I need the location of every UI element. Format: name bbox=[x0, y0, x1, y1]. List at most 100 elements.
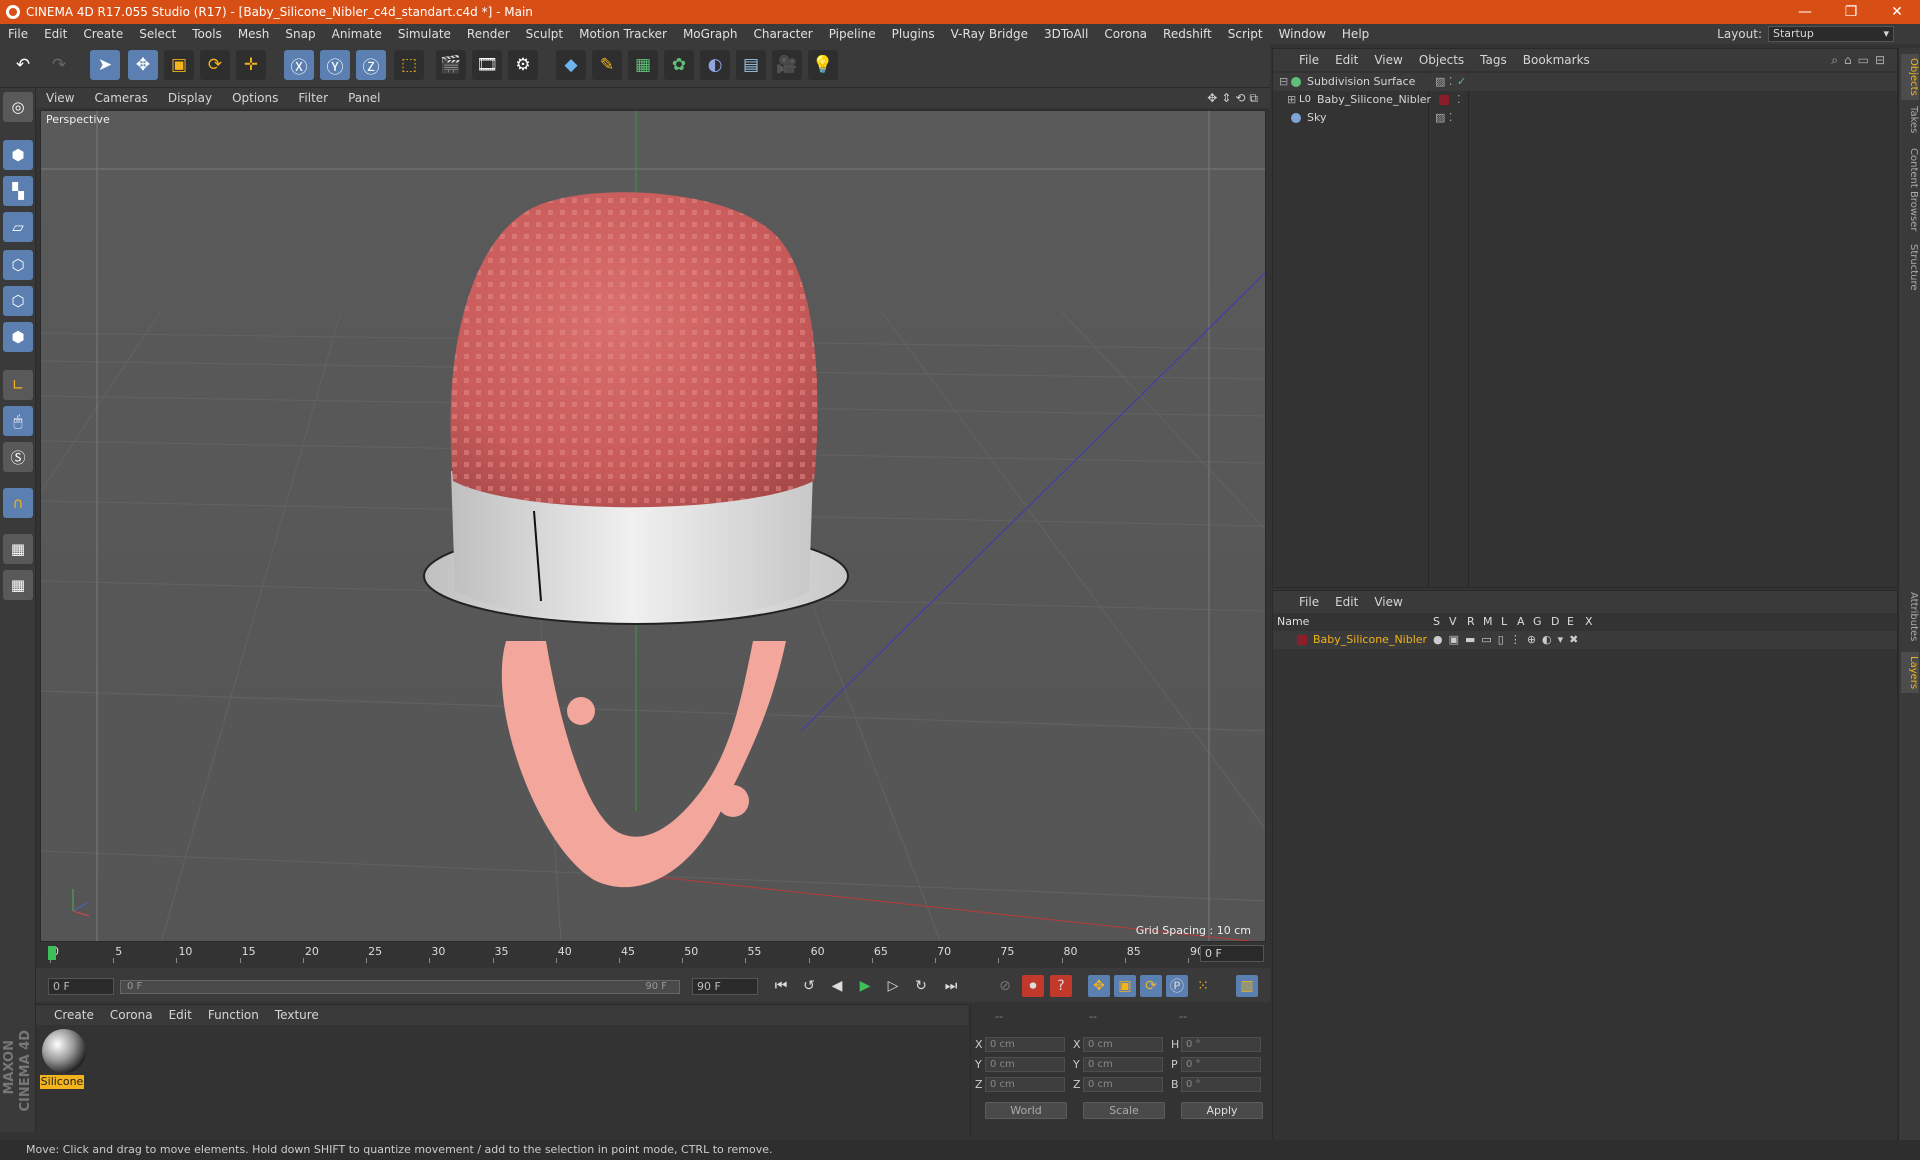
restore-button[interactable]: ❐ bbox=[1828, 4, 1874, 20]
subdivision-surface-icon[interactable]: ▦ bbox=[628, 50, 658, 80]
camera-icon[interactable]: 🎥 bbox=[772, 50, 802, 80]
scale-tool-icon[interactable]: ▣ bbox=[164, 50, 194, 80]
go-to-end-icon[interactable]: ⏭ bbox=[940, 975, 962, 997]
menu-corona[interactable]: Corona bbox=[1096, 27, 1155, 41]
coordinate-system-icon[interactable]: ⬚ bbox=[394, 50, 424, 80]
previous-key-icon[interactable]: ↺ bbox=[798, 975, 820, 997]
menu-window[interactable]: Window bbox=[1271, 27, 1334, 41]
menu-character[interactable]: Character bbox=[745, 27, 820, 41]
viewport-menu-filter[interactable]: Filter bbox=[288, 91, 338, 105]
timeline-ruler[interactable]: 051015202530354045505560657075808590 0 F bbox=[36, 942, 1270, 966]
menu-edit[interactable]: Edit bbox=[36, 27, 75, 41]
playhead-marker[interactable] bbox=[48, 946, 56, 960]
timeline-window-icon[interactable]: ▥ bbox=[1236, 975, 1258, 997]
light-icon[interactable]: 💡 bbox=[808, 50, 838, 80]
tab-objects[interactable]: Objects bbox=[1901, 54, 1919, 100]
viewport-menu-options[interactable]: Options bbox=[222, 91, 288, 105]
size-x-field[interactable]: 0 cm bbox=[1083, 1037, 1163, 1052]
autokeying-icon[interactable]: ? bbox=[1050, 975, 1072, 997]
object-name[interactable]: Sky bbox=[1307, 109, 1326, 127]
object-name[interactable]: Baby_Silicone_Nibler bbox=[1317, 91, 1431, 109]
close-button[interactable]: ✕ bbox=[1874, 4, 1920, 20]
start-frame-field[interactable]: 0 F bbox=[48, 978, 114, 995]
material-menu-texture[interactable]: Texture bbox=[267, 1008, 327, 1022]
record-active-objects-icon[interactable]: ⏺ bbox=[1022, 975, 1044, 997]
material-menu-create[interactable]: Create bbox=[46, 1008, 102, 1022]
magnet-tool-icon[interactable]: ∩ bbox=[3, 488, 33, 518]
enabled-check-icon[interactable]: ✓ bbox=[1457, 73, 1466, 91]
model-mode-icon[interactable]: ⬢ bbox=[3, 140, 33, 170]
render-picture-viewer-icon[interactable]: 🎞 bbox=[472, 50, 502, 80]
visibility-dots[interactable]: ▨ ⁚ bbox=[1435, 109, 1452, 127]
go-to-start-icon[interactable]: ⏮ bbox=[770, 975, 792, 997]
motion-record-icon[interactable]: ⊘ bbox=[994, 975, 1016, 997]
material-thumbnail[interactable] bbox=[42, 1029, 86, 1073]
menu-motion-tracker[interactable]: Motion Tracker bbox=[571, 27, 675, 41]
texture-mode-icon[interactable]: ▚ bbox=[3, 176, 33, 206]
layer-toggle-icons[interactable]: ●▣▬▭▯⋮⊕◐▾✖ bbox=[1433, 631, 1584, 649]
perspective-viewport[interactable]: Perspective Grid Spacing : 10 cm bbox=[40, 110, 1266, 942]
layermgr-menu-view[interactable]: View bbox=[1366, 595, 1410, 609]
viewport-menu-cameras[interactable]: Cameras bbox=[84, 91, 157, 105]
record-scale-icon[interactable]: ▣ bbox=[1114, 975, 1136, 997]
menu-select[interactable]: Select bbox=[131, 27, 184, 41]
menu-render[interactable]: Render bbox=[459, 27, 518, 41]
menu-help[interactable]: Help bbox=[1334, 27, 1377, 41]
object-row-subdivision-surface[interactable]: ⊟ Subdivision Surface ▨ ⁚ ✓ bbox=[1273, 73, 1897, 91]
menu-pipeline[interactable]: Pipeline bbox=[821, 27, 884, 41]
material-menu-edit[interactable]: Edit bbox=[161, 1008, 200, 1022]
menu-vray-bridge[interactable]: V-Ray Bridge bbox=[943, 27, 1036, 41]
minimize-button[interactable]: — bbox=[1782, 4, 1828, 20]
visibility-dots[interactable]: ⁚ bbox=[1457, 91, 1461, 109]
expand-toggle-icon[interactable]: ⊞ bbox=[1287, 91, 1296, 109]
y-axis-lock-icon[interactable]: Ⓨ bbox=[320, 50, 350, 80]
cube-primitive-icon[interactable]: ◆ bbox=[556, 50, 586, 80]
frame-range-slider[interactable]: 0 F 90 F bbox=[120, 980, 680, 994]
record-parameter-icon[interactable]: Ⓟ bbox=[1166, 975, 1188, 997]
axis-mode-icon[interactable]: ∟ bbox=[3, 370, 33, 400]
menu-snap[interactable]: Snap bbox=[277, 27, 323, 41]
objmgr-menu-view[interactable]: View bbox=[1366, 53, 1410, 67]
apply-button[interactable]: Apply bbox=[1181, 1102, 1263, 1119]
menu-script[interactable]: Script bbox=[1220, 27, 1271, 41]
menu-simulate[interactable]: Simulate bbox=[390, 27, 459, 41]
tab-layers[interactable]: Layers bbox=[1901, 652, 1919, 694]
size-z-field[interactable]: 0 cm bbox=[1083, 1077, 1163, 1092]
floor-scene-icon[interactable]: ▤ bbox=[736, 50, 766, 80]
menu-mesh[interactable]: Mesh bbox=[230, 27, 278, 41]
viewport-navigation-icons[interactable]: ✥⇕⟲⧉ bbox=[1207, 91, 1270, 106]
objmgr-menu-tags[interactable]: Tags bbox=[1472, 53, 1515, 67]
z-axis-lock-icon[interactable]: Ⓩ bbox=[356, 50, 386, 80]
tab-takes[interactable]: Takes bbox=[1901, 102, 1919, 137]
layer-row[interactable]: Baby_Silicone_Nibler ●▣▬▭▯⋮⊕◐▾✖ bbox=[1273, 631, 1897, 649]
current-frame-field[interactable]: 0 F bbox=[1200, 945, 1264, 962]
render-settings-icon[interactable]: ⚙ bbox=[508, 50, 538, 80]
objmgr-search-home-icons[interactable]: ⌕⌂▭⊟ bbox=[1831, 53, 1897, 68]
workplane-align-icon[interactable]: ▦ bbox=[3, 570, 33, 600]
recent-tool-icon[interactable]: ✛ bbox=[236, 50, 266, 80]
snap-icon[interactable]: Ⓢ bbox=[3, 442, 33, 472]
record-position-icon[interactable]: ✥ bbox=[1088, 975, 1110, 997]
previous-frame-icon[interactable]: ◀ bbox=[826, 975, 848, 997]
points-mode-icon[interactable]: ⬡ bbox=[3, 250, 33, 280]
select-cursor-icon[interactable]: ➤ bbox=[90, 50, 120, 80]
material-name-label[interactable]: Silicone bbox=[40, 1075, 84, 1089]
menu-redshift[interactable]: Redshift bbox=[1155, 27, 1220, 41]
edges-mode-icon[interactable]: ⬡ bbox=[3, 286, 33, 316]
redo-icon[interactable]: ↷ bbox=[44, 50, 74, 80]
tab-attributes[interactable]: Attributes bbox=[1901, 588, 1919, 645]
undo-icon[interactable]: ↶ bbox=[8, 50, 38, 80]
layer-color-swatch[interactable] bbox=[1297, 635, 1307, 645]
position-z-field[interactable]: 0 cm bbox=[985, 1077, 1065, 1092]
next-key-icon[interactable]: ↻ bbox=[910, 975, 932, 997]
layout-dropdown[interactable]: Startup bbox=[1768, 26, 1894, 42]
frame-ruler[interactable]: 051015202530354045505560657075808590 bbox=[50, 945, 1204, 963]
menu-create[interactable]: Create bbox=[75, 27, 131, 41]
objmgr-menu-objects[interactable]: Objects bbox=[1411, 53, 1472, 67]
menu-plugins[interactable]: Plugins bbox=[884, 27, 943, 41]
objmgr-menu-bookmarks[interactable]: Bookmarks bbox=[1515, 53, 1598, 67]
tweak-mode-icon[interactable]: 🖱 bbox=[3, 406, 33, 436]
rotation-p-field[interactable]: 0 ° bbox=[1181, 1057, 1261, 1072]
record-pla-icon[interactable]: ⁙ bbox=[1192, 975, 1214, 997]
coordinate-space-dropdown[interactable]: World bbox=[985, 1102, 1067, 1119]
